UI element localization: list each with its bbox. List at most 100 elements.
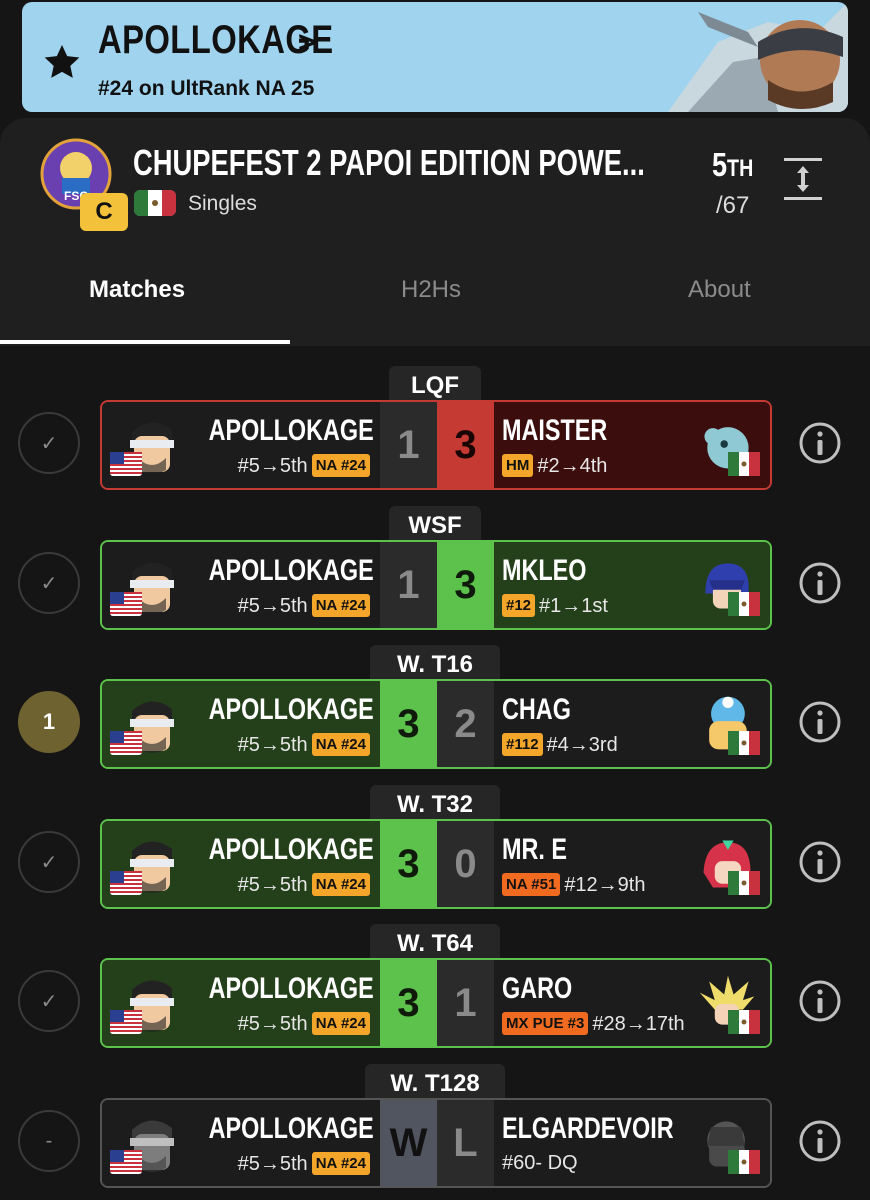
score-left: 3 [380, 681, 437, 767]
seed-line: #12 #1→1st [502, 594, 608, 618]
score-right: 3 [437, 542, 494, 628]
rank-tag: NA #24 [311, 1152, 370, 1175]
match-status-indicator[interactable]: ✓ [18, 970, 80, 1032]
usa-flag-icon [110, 452, 142, 476]
score-left: W [380, 1100, 437, 1186]
mexico-flag-icon [728, 1010, 760, 1034]
tab-matches[interactable]: Matches [89, 276, 185, 304]
usa-flag-icon [110, 871, 142, 895]
opponent-name: MAISTER [502, 414, 608, 447]
player-right: MKLEO #12 #1→1st [494, 542, 770, 628]
rank-tag: #112 [502, 733, 543, 756]
info-icon[interactable] [798, 979, 842, 1023]
seed-line: #5→5th NA #24 [238, 873, 370, 897]
player-banner[interactable]: APOLLOKAGE > #24 on UltRank NA 25 [22, 2, 848, 112]
info-icon[interactable] [798, 840, 842, 884]
match-card[interactable]: APOLLOKAGE #5→5th NA #24 3 0 MR. E NA #51 #12→9… [100, 819, 772, 909]
mexico-flag-icon [728, 1150, 760, 1174]
rank-tag: NA #24 [311, 733, 370, 756]
player-left: APOLLOKAGE #5→5th NA #24 [102, 542, 380, 628]
opponent-name: MKLEO [502, 554, 587, 587]
player-name: APOLLOKAGE [208, 972, 374, 1005]
seed-line: #5→5th NA #24 [238, 1012, 370, 1036]
player-right: MAISTER HM #2→4th [494, 402, 770, 488]
usa-flag-icon [110, 1010, 142, 1034]
match-status-indicator[interactable]: 1 [18, 691, 80, 753]
rank-tag: NA #24 [311, 594, 370, 617]
player-name: APOLLOKAGE [208, 554, 374, 587]
rank-tag: MX PUE #3 [502, 1012, 589, 1035]
expand-icon[interactable] [784, 156, 822, 202]
player-name: APOLLOKAGE [208, 833, 374, 866]
player-left: APOLLOKAGE #5→5th NA #24 [102, 821, 380, 907]
event-title[interactable]: CHUPEFEST 2 PAPOI EDITION POWE... [133, 142, 645, 184]
player-right: CHAG #112 #4→3rd [494, 681, 770, 767]
info-icon[interactable] [798, 561, 842, 605]
score-left: 1 [380, 542, 437, 628]
score-right: 1 [437, 960, 494, 1046]
star-icon[interactable] [42, 42, 82, 82]
event-type: Singles [188, 192, 257, 215]
info-icon[interactable] [798, 1119, 842, 1163]
opponent-name: ELGARDEVOIR [502, 1112, 674, 1145]
tab-h2hs[interactable]: H2Hs [401, 276, 461, 304]
match-status-indicator[interactable]: ✓ [18, 831, 80, 893]
score-left: 1 [380, 402, 437, 488]
rank-tag: #12 [502, 594, 536, 617]
mexico-flag-icon [134, 190, 176, 216]
seed-line: #112 #4→3rd [502, 733, 618, 757]
mexico-flag-icon [728, 452, 760, 476]
rank-tag: NA #24 [311, 873, 370, 896]
rank-tag: NA #51 [502, 873, 561, 896]
mexico-flag-icon [728, 592, 760, 616]
opponent-name: MR. E [502, 833, 568, 866]
match-card[interactable]: APOLLOKAGE #5→5th NA #24 W L ELGARDEVOIR #60- … [100, 1098, 772, 1188]
seed-line: HM #2→4th [502, 454, 607, 478]
rank-tag: NA #24 [311, 454, 370, 477]
score-right: L [437, 1100, 494, 1186]
score-left: 3 [380, 821, 437, 907]
player-left: APOLLOKAGE #5→5th NA #24 [102, 402, 380, 488]
seed-line: MX PUE #3 #28→17th [502, 1012, 685, 1036]
rank-tag: NA #24 [311, 1012, 370, 1035]
mexico-flag-icon [728, 871, 760, 895]
placing: 5TH [712, 146, 754, 183]
event-card: FSC C CHUPEFEST 2 PAPOI EDITION POWE... … [0, 118, 870, 346]
match-status-indicator[interactable]: ✓ [18, 552, 80, 614]
player-right: MR. E NA #51 #12→9th [494, 821, 770, 907]
match-status-indicator[interactable]: - [18, 1110, 80, 1172]
active-tab-indicator [0, 340, 290, 344]
entrant-count: /67 [716, 192, 750, 219]
match-card[interactable]: APOLLOKAGE #5→5th NA #24 3 1 GARO MX PUE #3 #28… [100, 958, 772, 1048]
seed-line: #5→5th NA #24 [238, 454, 370, 478]
match-status-indicator[interactable]: ✓ [18, 412, 80, 474]
chevron-right-icon[interactable]: > [298, 26, 316, 60]
info-icon[interactable] [798, 700, 842, 744]
match-card[interactable]: APOLLOKAGE #5→5th NA #24 3 2 CHAG #112 #4→3rd [100, 679, 772, 769]
score-left: 3 [380, 960, 437, 1046]
seed-line: #5→5th NA #24 [238, 594, 370, 618]
usa-flag-icon [110, 1150, 142, 1174]
character-art [668, 2, 848, 112]
player-right: ELGARDEVOIR #60- DQ [494, 1100, 770, 1186]
player-name: APOLLOKAGE [208, 414, 374, 447]
tier-badge: C [80, 193, 128, 231]
tab-about[interactable]: About [688, 276, 751, 304]
player-name: APOLLOKAGE [208, 693, 374, 726]
score-right: 3 [437, 402, 494, 488]
usa-flag-icon [110, 592, 142, 616]
player-left: APOLLOKAGE #5→5th NA #24 [102, 681, 380, 767]
banner-rank-line: #24 on UltRank NA 25 [98, 77, 315, 100]
score-right: 2 [437, 681, 494, 767]
seed-line: NA #51 #12→9th [502, 873, 645, 897]
seed-line: #5→5th NA #24 [238, 733, 370, 757]
player-left: APOLLOKAGE #5→5th NA #24 [102, 1100, 380, 1186]
player-left: APOLLOKAGE #5→5th NA #24 [102, 960, 380, 1046]
rank-tag: HM [502, 454, 534, 477]
match-card[interactable]: APOLLOKAGE #5→5th NA #24 1 3 MAISTER HM #2→4th [100, 400, 772, 490]
player-right: GARO MX PUE #3 #28→17th [494, 960, 770, 1046]
opponent-name: CHAG [502, 693, 571, 726]
match-card[interactable]: APOLLOKAGE #5→5th NA #24 1 3 MKLEO #12 #1→1st [100, 540, 772, 630]
info-icon[interactable] [798, 421, 842, 465]
opponent-name: GARO [502, 972, 573, 1005]
